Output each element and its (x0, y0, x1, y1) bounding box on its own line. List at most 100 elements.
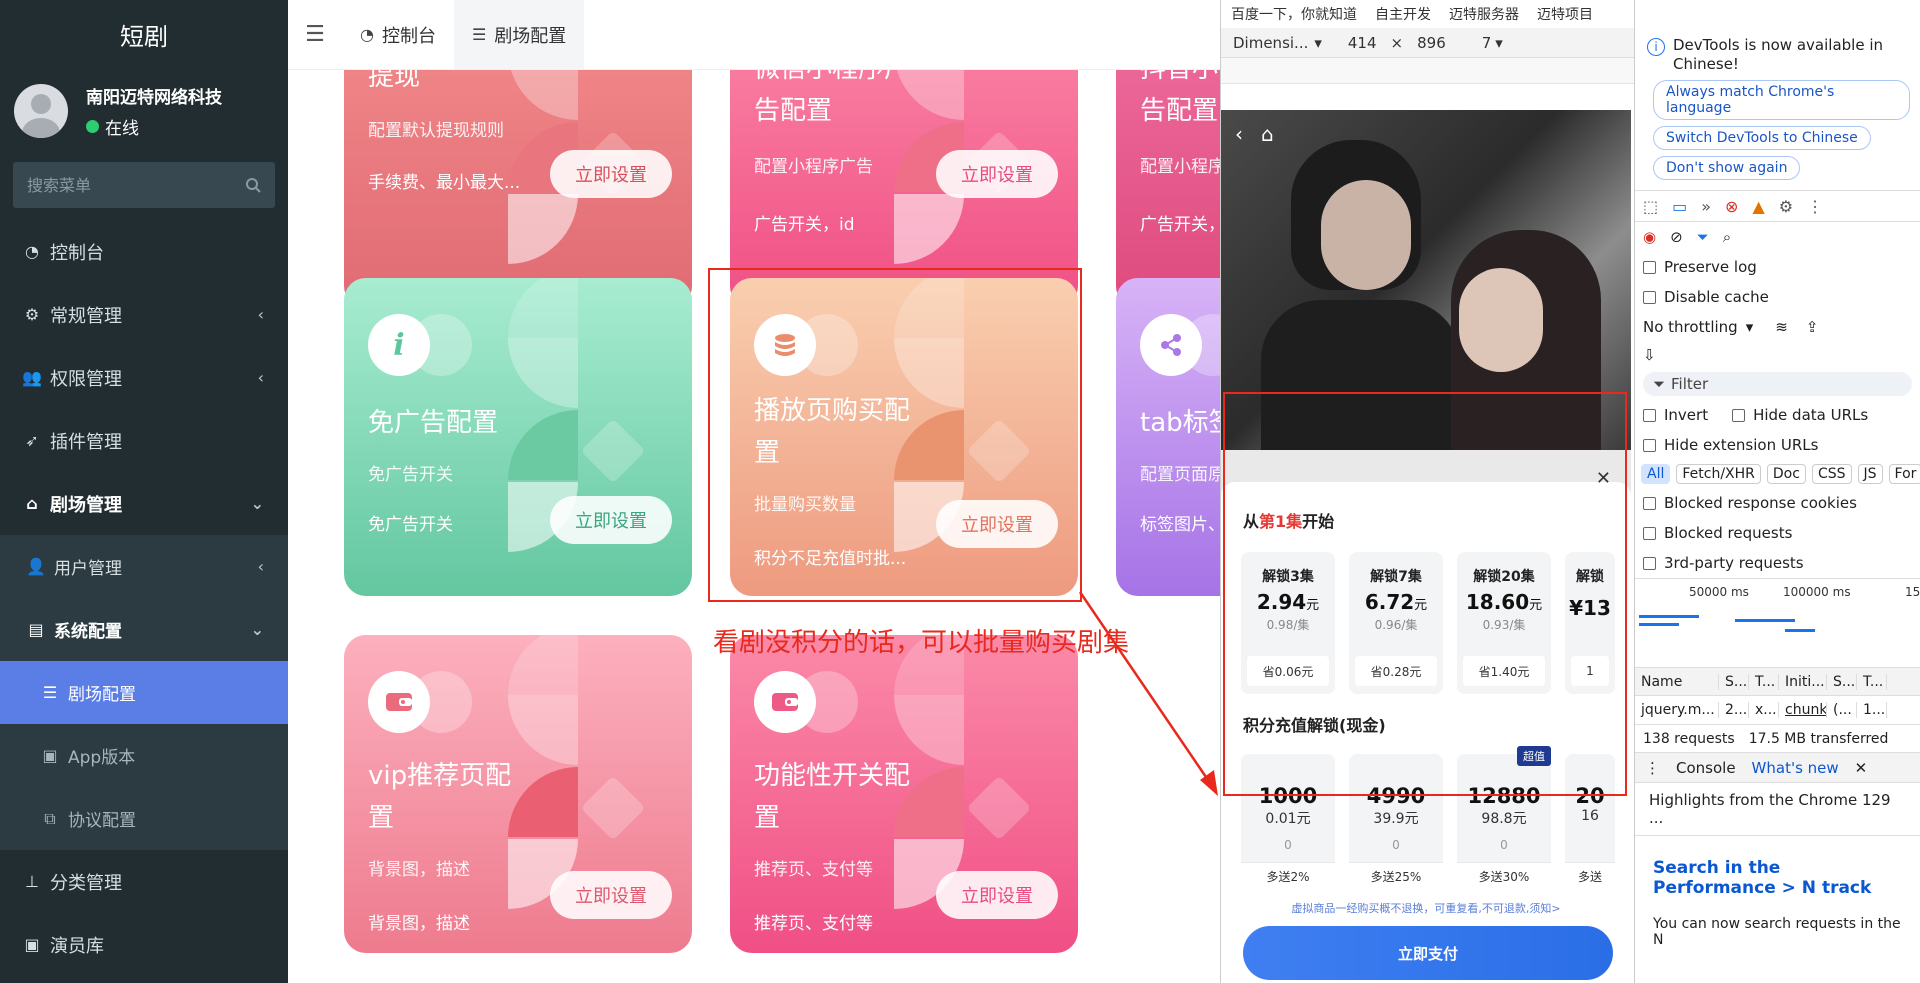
match-language-button[interactable]: Always match Chrome's language (1653, 80, 1910, 120)
menu-search-input[interactable] (27, 175, 245, 195)
online-dot-icon (86, 120, 99, 133)
checkbox-icon (1643, 260, 1656, 274)
sidebar-item-permission[interactable]: 👥 权限管理 ‹ (0, 346, 288, 409)
timeline-tick: 50000 ms (1689, 585, 1749, 599)
hide-data-urls-checkbox[interactable] (1732, 408, 1746, 422)
network-timeline[interactable]: 50000 ms 100000 ms 15 (1635, 578, 1920, 668)
bookmark-item[interactable]: 迈特服务器 (1449, 4, 1519, 24)
times-sign: × (1390, 33, 1404, 52)
switch-chinese-button[interactable]: Switch DevTools to Chinese (1653, 126, 1871, 150)
blocked-requests-checkbox[interactable]: Blocked requests (1635, 518, 1920, 548)
setup-button[interactable]: 立即设置 (550, 150, 672, 198)
upload-icon[interactable]: ⇪ (1806, 318, 1819, 336)
throttling-select[interactable]: No throttling ▾ ≋ ⇪ (1635, 312, 1920, 342)
type-filter-font[interactable]: For (1888, 464, 1920, 484)
setup-button[interactable]: 立即设置 (550, 496, 672, 544)
info-icon: i (1647, 38, 1665, 56)
tab-dashboard[interactable]: ◔ 控制台 (342, 0, 454, 69)
hamburger-menu-icon[interactable]: ☰ (288, 0, 342, 69)
tab-theater-config[interactable]: ☰ 剧场配置 (453, 0, 585, 69)
tab-console[interactable]: Console (1676, 759, 1736, 777)
pay-now-button[interactable]: 立即支付 (1243, 926, 1613, 980)
transferred-size: 17.5 MB transferred (1748, 730, 1889, 747)
type-filter-doc[interactable]: Doc (1766, 464, 1806, 484)
type-filter-js[interactable]: JS (1857, 464, 1883, 484)
width-field[interactable]: 414 (1348, 34, 1377, 52)
bookmark-item[interactable]: 迈特项目 (1537, 4, 1593, 24)
filter-input[interactable]: ⏷ Filter (1643, 372, 1912, 396)
device-emulation-pane: 百度一下，你就知道 自主开发 迈特服务器 迈特项目 Dimensi... ▾ 41… (1220, 0, 1634, 983)
column-type[interactable]: T... (1749, 673, 1779, 690)
zoom-select[interactable]: 7 (1482, 34, 1492, 52)
dont-show-again-button[interactable]: Don't show again (1653, 156, 1801, 180)
user-status: 在线 (86, 114, 222, 139)
sidebar-item-category[interactable]: ⊥ 分类管理 (0, 850, 288, 913)
timeline-tick: 15 (1905, 585, 1920, 599)
news-title[interactable]: Search in the Performance > N track (1635, 836, 1920, 898)
invert-checkbox[interactable] (1643, 408, 1656, 422)
setup-button[interactable]: 立即设置 (936, 871, 1058, 919)
download-icon[interactable]: ⇩ (1643, 346, 1656, 364)
sidebar-item-agreement[interactable]: ⧉ 协议配置 (0, 787, 288, 850)
column-initiator[interactable]: Initi... (1779, 673, 1827, 690)
sidebar-item-plugin[interactable]: ➶ 插件管理 (0, 409, 288, 472)
height-field[interactable]: 896 (1417, 34, 1446, 52)
third-party-checkbox[interactable]: 3rd-party requests (1635, 548, 1920, 578)
sidebar-item-general[interactable]: ⚙ 常规管理 ‹ (0, 283, 288, 346)
sidebar-item-dashboard[interactable]: ◔ 控制台 (0, 220, 288, 283)
kebab-menu-icon[interactable]: ⋮ (1807, 197, 1823, 216)
sidebar-item-theater-config[interactable]: ☰ 剧场配置 (0, 661, 288, 724)
close-icon[interactable]: ✕ (1855, 759, 1868, 777)
filter-icon[interactable]: ⏷ (1697, 228, 1709, 246)
card-title-line1: 微信小程序广 (754, 70, 910, 91)
search-icon[interactable]: ⌕ (1723, 228, 1731, 246)
recharge-bonus: 多送30% (1457, 862, 1551, 890)
avatar[interactable] (14, 84, 68, 138)
back-icon[interactable]: ‹ (1235, 122, 1243, 146)
sidebar-item-theater[interactable]: ⌂ 剧场管理 ⌄ (0, 472, 288, 535)
blocked-cookies-checkbox[interactable]: Blocked response cookies (1635, 488, 1920, 518)
gear-icon[interactable]: ⚙ (1779, 197, 1793, 216)
setup-button[interactable]: 立即设置 (550, 871, 672, 919)
cell-initiator[interactable]: chunk- (1779, 702, 1827, 718)
checkbox-label: Invert (1664, 406, 1709, 424)
sidebar-item-sysconfig[interactable]: ▤ 系统配置 ⌄ (0, 598, 288, 661)
sidebar-item-app-version[interactable]: ▣ App版本 (0, 724, 288, 787)
table-row[interactable]: jquery.m... 2... x... chunk- (... 1... (1635, 696, 1920, 724)
device-toggle-icon[interactable]: ▭ (1672, 197, 1687, 216)
tab-whats-new[interactable]: What's new (1752, 759, 1839, 777)
inspect-icon[interactable]: ⬚ (1643, 197, 1658, 216)
dimension-select[interactable]: Dimensi... (1233, 34, 1308, 52)
type-filter-all[interactable]: All (1641, 464, 1671, 484)
card-icon: i (368, 314, 472, 376)
more-tabs-icon[interactable]: » (1701, 197, 1711, 216)
sysconfig-submenu: ☰ 剧场配置 ▣ App版本 ⧉ 协议配置 (0, 661, 288, 850)
column-name[interactable]: Name (1635, 673, 1719, 690)
warning-icon[interactable]: ▲ (1752, 197, 1764, 216)
type-filter-xhr[interactable]: Fetch/XHR (1676, 464, 1761, 484)
sidebar-item-label: 常规管理 (50, 305, 122, 327)
clear-icon[interactable]: ⊘ (1670, 228, 1683, 246)
hide-extension-urls-checkbox[interactable]: Hide extension URLs (1635, 430, 1920, 460)
record-icon[interactable]: ◉ (1643, 228, 1656, 246)
column-size[interactable]: S... (1827, 673, 1857, 690)
column-status[interactable]: S... (1719, 673, 1749, 690)
preserve-log-checkbox[interactable]: Preserve log (1635, 252, 1920, 282)
brand-title[interactable]: 短剧 (0, 0, 288, 68)
bookmark-item[interactable]: 百度一下，你就知道 (1231, 4, 1357, 24)
column-time[interactable]: T... (1857, 673, 1887, 690)
home-icon[interactable]: ⌂ (1261, 122, 1274, 146)
sidebar-item-actors[interactable]: ▣ 演员库 (0, 913, 288, 976)
sidebar-item-users[interactable]: 👤 用户管理 ‹ (0, 535, 288, 598)
purchase-note[interactable]: 虚拟商品一经购买概不退换，可重复看,不可退款,须知> (1221, 900, 1631, 916)
kebab-menu-icon[interactable]: ⋮ (1645, 759, 1660, 777)
search-icon[interactable] (245, 177, 261, 193)
error-icon[interactable]: ⊗ (1725, 197, 1738, 216)
wifi-icon[interactable]: ≋ (1775, 318, 1788, 336)
setup-button[interactable]: 立即设置 (936, 150, 1058, 198)
recharge-extra: 0 (1284, 838, 1292, 852)
disable-cache-checkbox[interactable]: Disable cache (1635, 282, 1920, 312)
type-filter-css[interactable]: CSS (1811, 464, 1852, 484)
bookmark-item[interactable]: 自主开发 (1375, 4, 1431, 24)
sidebar-item-label: 权限管理 (50, 368, 122, 390)
